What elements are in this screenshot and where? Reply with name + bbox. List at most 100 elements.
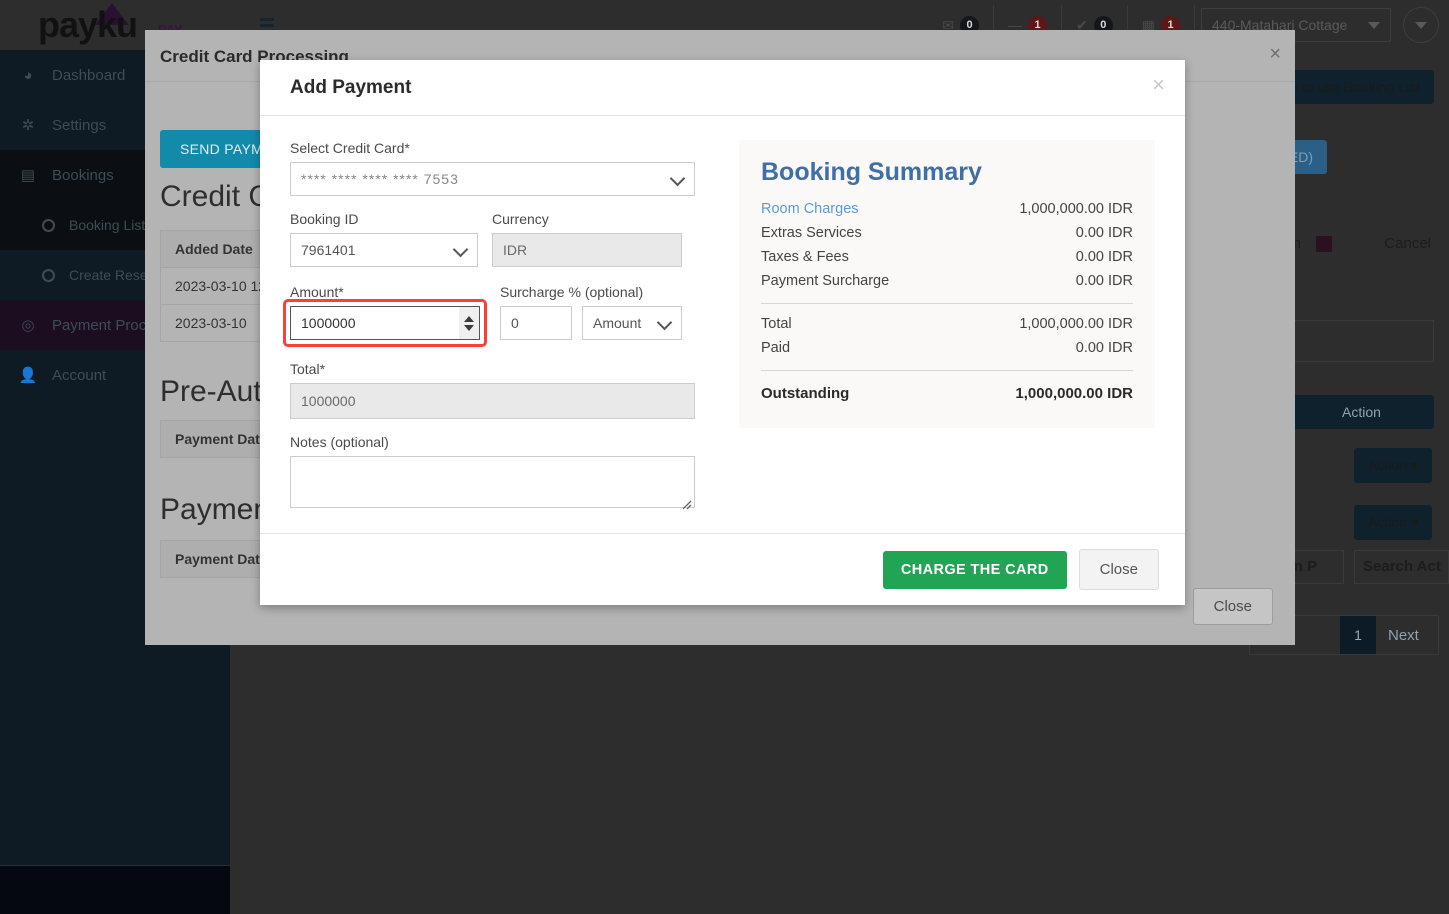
credit-cards-heading: Credit C	[160, 180, 271, 213]
summary-line-total: Total 1,000,000.00 IDR	[761, 312, 1133, 336]
sidebar-item-label: Booking List	[69, 217, 146, 233]
quantity-stepper[interactable]	[459, 307, 479, 339]
background-input-box[interactable]	[1294, 320, 1434, 362]
cancel-label: Cancel	[1384, 235, 1431, 252]
caret-down-icon: ▾	[1410, 457, 1418, 473]
action-label: Action	[1368, 514, 1408, 530]
booking-summary-panel: Booking Summary Room Charges 1,000,000.0…	[739, 140, 1155, 528]
booking-currency-row: Booking ID Currency	[290, 211, 695, 282]
stepper-down-icon[interactable]	[464, 324, 474, 331]
currency-field-group: Currency	[492, 211, 682, 267]
speedometer-icon: ◕	[23, 66, 33, 84]
surcharge-controls	[500, 306, 682, 340]
close-icon[interactable]: ×	[1152, 74, 1165, 96]
payment-heading: Paymen	[160, 493, 271, 526]
total-label: Total*	[290, 361, 326, 377]
summary-divider	[761, 303, 1133, 304]
surcharge-value-wrap	[500, 306, 572, 340]
summary-divider	[761, 370, 1133, 371]
booking-id-select[interactable]	[290, 233, 478, 267]
circle-icon	[42, 268, 55, 282]
surcharge-mode-select[interactable]	[582, 306, 682, 340]
amount-input-wrap	[283, 299, 487, 347]
booking-summary-card: Booking Summary Room Charges 1,000,000.0…	[739, 140, 1155, 428]
user-menu-button[interactable]	[1403, 7, 1439, 43]
outer-modal-close-button[interactable]: Close	[1192, 588, 1273, 625]
room-charges-value: 1,000,000.00 IDR	[1019, 201, 1133, 217]
paid-label: Paid	[761, 340, 791, 356]
summary-line-taxes-fees: Taxes & Fees 0.00 IDR	[761, 245, 1133, 269]
sidebar-item-label: Settings	[52, 116, 107, 134]
add-payment-footer: CHARGE THE CARD Close	[260, 533, 1185, 605]
notes-field-group: Notes (optional)	[290, 434, 695, 513]
summary-line-payment-surcharge: Payment Surcharge 0.00 IDR	[761, 269, 1133, 293]
extras-services-label: Extras Services	[761, 225, 862, 241]
payment-surcharge-value: 0.00 IDR	[1075, 273, 1133, 289]
hamburger-icon[interactable]	[260, 18, 274, 30]
amount-field-group: Amount*	[283, 284, 487, 347]
credit-card-select-wrap[interactable]	[290, 162, 695, 196]
preauth-heading: Pre-Aut	[160, 375, 262, 408]
total-value: 1,000,000.00 IDR	[1019, 316, 1133, 332]
amount-input[interactable]	[290, 306, 480, 340]
charge-the-card-button[interactable]: CHARGE THE CARD	[882, 550, 1067, 589]
cancel-color-swatch	[1316, 236, 1332, 252]
surcharge-input[interactable]	[500, 306, 572, 340]
credit-card-select[interactable]	[290, 162, 695, 196]
surcharge-mode-select-wrap[interactable]	[582, 306, 682, 340]
table-icon: ▤	[20, 167, 36, 184]
sidebar-item-label: Bookings	[52, 166, 114, 184]
surcharge-field-group: Surcharge % (optional)	[500, 284, 682, 340]
search-button-label: Search Act	[1363, 558, 1441, 575]
credit-card-label: Select Credit Card*	[290, 140, 410, 156]
currency-label: Currency	[492, 211, 549, 227]
add-payment-body: Select Credit Card* Booking ID	[260, 116, 1185, 528]
add-payment-modal: Add Payment × Select Credit Card* Bookin…	[260, 60, 1185, 605]
action-label: Action	[1368, 457, 1408, 473]
user-icon: 👤	[18, 367, 38, 384]
gear-icon: ✲	[21, 117, 35, 134]
amount-surcharge-row: Amount* Surcharge % (optional)	[283, 284, 695, 355]
notes-label: Notes (optional)	[290, 434, 389, 450]
next-page-button[interactable]: Next	[1388, 627, 1419, 644]
summary-line-extras-services: Extras Services 0.00 IDR	[761, 221, 1133, 245]
payment-form: Select Credit Card* Booking ID	[283, 140, 695, 528]
extras-services-value: 0.00 IDR	[1075, 225, 1133, 241]
booking-id-select-wrap[interactable]	[290, 233, 478, 267]
search-action-button[interactable]: Search Act	[1354, 550, 1449, 584]
total-input	[290, 383, 695, 419]
stepper-up-icon[interactable]	[464, 315, 474, 322]
page-1-button[interactable]: 1	[1340, 616, 1376, 654]
action-dropdown-1[interactable]: Action ▾	[1354, 448, 1432, 483]
sidebar-footer	[0, 866, 230, 914]
booking-id-label: Booking ID	[290, 211, 359, 227]
booking-summary-title: Booking Summary	[761, 158, 982, 186]
credit-card-field-group: Select Credit Card*	[290, 140, 695, 196]
chevron-down-icon	[1415, 21, 1427, 29]
outstanding-label: Outstanding	[761, 385, 850, 402]
booking-id-field-group: Booking ID	[290, 211, 478, 267]
cancel-button[interactable]: Close	[1078, 549, 1159, 590]
add-payment-header: Add Payment ×	[260, 60, 1185, 116]
paid-value: 0.00 IDR	[1075, 340, 1133, 356]
page-title: Add Payment	[290, 77, 412, 98]
action-dropdown-2[interactable]: Action ▾	[1354, 505, 1432, 540]
room-charges-link[interactable]: Room Charges	[761, 201, 859, 217]
summary-line-room-charges: Room Charges 1,000,000.00 IDR	[761, 197, 1133, 221]
target-icon: ◎	[21, 317, 35, 334]
sidebar-item-label: Dashboard	[52, 66, 126, 84]
brand-name: payku	[38, 4, 138, 45]
caret-down-icon: ▾	[1410, 514, 1418, 530]
taxes-fees-label: Taxes & Fees	[761, 249, 849, 265]
action-column-header: Action	[1289, 395, 1434, 429]
close-icon[interactable]: ×	[1269, 44, 1281, 64]
summary-line-outstanding: Outstanding 1,000,000.00 IDR	[761, 379, 1133, 406]
total-label: Total	[761, 316, 792, 332]
outstanding-value: 1,000,000.00 IDR	[1015, 385, 1133, 402]
amount-label: Amount*	[290, 284, 344, 300]
summary-line-paid: Paid 0.00 IDR	[761, 336, 1133, 360]
notes-textarea[interactable]	[290, 456, 695, 508]
total-field-group: Total*	[290, 361, 695, 419]
circle-icon	[42, 218, 55, 232]
chevron-down-icon	[1368, 21, 1380, 29]
